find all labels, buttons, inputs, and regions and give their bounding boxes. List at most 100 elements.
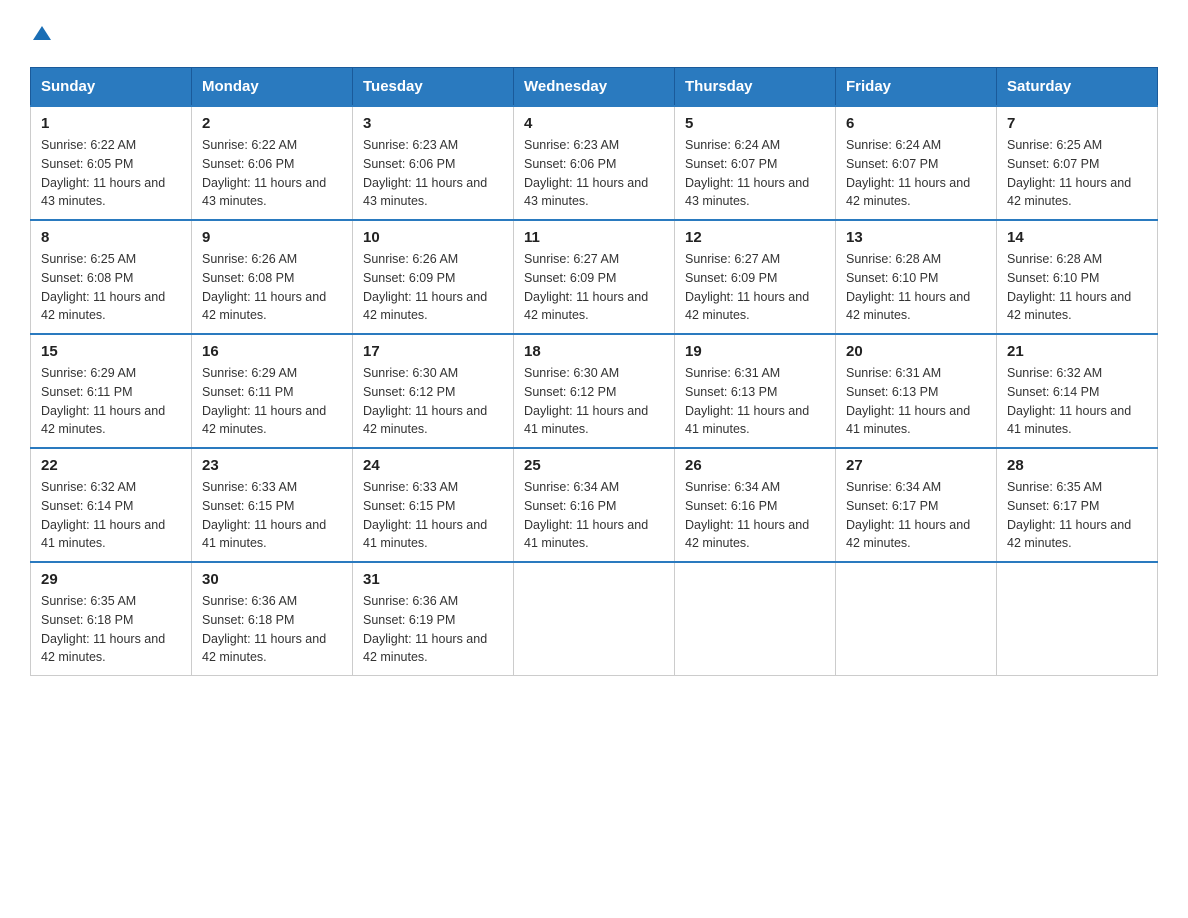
day-info: Sunrise: 6:33 AM Sunset: 6:15 PM Dayligh…: [363, 478, 503, 553]
calendar-cell: 22 Sunrise: 6:32 AM Sunset: 6:14 PM Dayl…: [31, 448, 192, 562]
day-number: 31: [363, 571, 503, 588]
calendar-week-row: 22 Sunrise: 6:32 AM Sunset: 6:14 PM Dayl…: [31, 448, 1158, 562]
calendar-body: 1 Sunrise: 6:22 AM Sunset: 6:05 PM Dayli…: [31, 106, 1158, 676]
day-info: Sunrise: 6:27 AM Sunset: 6:09 PM Dayligh…: [524, 250, 664, 325]
day-number: 13: [846, 229, 986, 246]
day-info: Sunrise: 6:35 AM Sunset: 6:17 PM Dayligh…: [1007, 478, 1147, 553]
day-number: 15: [41, 343, 181, 360]
day-info: Sunrise: 6:28 AM Sunset: 6:10 PM Dayligh…: [1007, 250, 1147, 325]
day-number: 25: [524, 457, 664, 474]
calendar-cell: 5 Sunrise: 6:24 AM Sunset: 6:07 PM Dayli…: [675, 106, 836, 220]
header-row: SundayMondayTuesdayWednesdayThursdayFrid…: [31, 68, 1158, 107]
calendar-cell: 24 Sunrise: 6:33 AM Sunset: 6:15 PM Dayl…: [353, 448, 514, 562]
day-info: Sunrise: 6:25 AM Sunset: 6:07 PM Dayligh…: [1007, 136, 1147, 211]
header-day-tuesday: Tuesday: [353, 68, 514, 107]
header-day-friday: Friday: [836, 68, 997, 107]
logo: [30, 20, 51, 47]
day-info: Sunrise: 6:36 AM Sunset: 6:19 PM Dayligh…: [363, 592, 503, 667]
day-info: Sunrise: 6:34 AM Sunset: 6:16 PM Dayligh…: [685, 478, 825, 553]
calendar-cell: 20 Sunrise: 6:31 AM Sunset: 6:13 PM Dayl…: [836, 334, 997, 448]
day-number: 17: [363, 343, 503, 360]
day-number: 11: [524, 229, 664, 246]
day-number: 10: [363, 229, 503, 246]
day-info: Sunrise: 6:34 AM Sunset: 6:17 PM Dayligh…: [846, 478, 986, 553]
calendar-week-row: 1 Sunrise: 6:22 AM Sunset: 6:05 PM Dayli…: [31, 106, 1158, 220]
day-number: 16: [202, 343, 342, 360]
calendar-cell: 6 Sunrise: 6:24 AM Sunset: 6:07 PM Dayli…: [836, 106, 997, 220]
day-info: Sunrise: 6:36 AM Sunset: 6:18 PM Dayligh…: [202, 592, 342, 667]
header-day-sunday: Sunday: [31, 68, 192, 107]
day-number: 26: [685, 457, 825, 474]
day-info: Sunrise: 6:23 AM Sunset: 6:06 PM Dayligh…: [363, 136, 503, 211]
calendar-cell: 1 Sunrise: 6:22 AM Sunset: 6:05 PM Dayli…: [31, 106, 192, 220]
day-number: 14: [1007, 229, 1147, 246]
day-number: 9: [202, 229, 342, 246]
day-number: 4: [524, 115, 664, 132]
day-info: Sunrise: 6:35 AM Sunset: 6:18 PM Dayligh…: [41, 592, 181, 667]
day-number: 7: [1007, 115, 1147, 132]
calendar-cell: 25 Sunrise: 6:34 AM Sunset: 6:16 PM Dayl…: [514, 448, 675, 562]
day-info: Sunrise: 6:23 AM Sunset: 6:06 PM Dayligh…: [524, 136, 664, 211]
calendar-cell: 30 Sunrise: 6:36 AM Sunset: 6:18 PM Dayl…: [192, 562, 353, 676]
day-number: 28: [1007, 457, 1147, 474]
calendar-cell: 3 Sunrise: 6:23 AM Sunset: 6:06 PM Dayli…: [353, 106, 514, 220]
day-number: 30: [202, 571, 342, 588]
calendar-cell: 27 Sunrise: 6:34 AM Sunset: 6:17 PM Dayl…: [836, 448, 997, 562]
calendar-cell: 16 Sunrise: 6:29 AM Sunset: 6:11 PM Dayl…: [192, 334, 353, 448]
calendar-cell: 13 Sunrise: 6:28 AM Sunset: 6:10 PM Dayl…: [836, 220, 997, 334]
day-number: 27: [846, 457, 986, 474]
header-day-monday: Monday: [192, 68, 353, 107]
day-number: 6: [846, 115, 986, 132]
day-info: Sunrise: 6:33 AM Sunset: 6:15 PM Dayligh…: [202, 478, 342, 553]
day-number: 8: [41, 229, 181, 246]
day-number: 2: [202, 115, 342, 132]
calendar-cell: [836, 562, 997, 676]
calendar-cell: 2 Sunrise: 6:22 AM Sunset: 6:06 PM Dayli…: [192, 106, 353, 220]
day-number: 12: [685, 229, 825, 246]
calendar-table: SundayMondayTuesdayWednesdayThursdayFrid…: [30, 67, 1158, 676]
calendar-cell: 12 Sunrise: 6:27 AM Sunset: 6:09 PM Dayl…: [675, 220, 836, 334]
calendar-cell: 9 Sunrise: 6:26 AM Sunset: 6:08 PM Dayli…: [192, 220, 353, 334]
day-info: Sunrise: 6:34 AM Sunset: 6:16 PM Dayligh…: [524, 478, 664, 553]
day-info: Sunrise: 6:30 AM Sunset: 6:12 PM Dayligh…: [363, 364, 503, 439]
day-info: Sunrise: 6:24 AM Sunset: 6:07 PM Dayligh…: [846, 136, 986, 211]
calendar-cell: 31 Sunrise: 6:36 AM Sunset: 6:19 PM Dayl…: [353, 562, 514, 676]
logo-triangle-icon: [33, 24, 51, 42]
day-info: Sunrise: 6:29 AM Sunset: 6:11 PM Dayligh…: [41, 364, 181, 439]
calendar-cell: 14 Sunrise: 6:28 AM Sunset: 6:10 PM Dayl…: [997, 220, 1158, 334]
day-number: 24: [363, 457, 503, 474]
header-day-wednesday: Wednesday: [514, 68, 675, 107]
day-info: Sunrise: 6:31 AM Sunset: 6:13 PM Dayligh…: [685, 364, 825, 439]
day-number: 21: [1007, 343, 1147, 360]
header-day-thursday: Thursday: [675, 68, 836, 107]
day-info: Sunrise: 6:26 AM Sunset: 6:08 PM Dayligh…: [202, 250, 342, 325]
calendar-week-row: 15 Sunrise: 6:29 AM Sunset: 6:11 PM Dayl…: [31, 334, 1158, 448]
calendar-cell: [675, 562, 836, 676]
calendar-cell: 15 Sunrise: 6:29 AM Sunset: 6:11 PM Dayl…: [31, 334, 192, 448]
day-info: Sunrise: 6:22 AM Sunset: 6:05 PM Dayligh…: [41, 136, 181, 211]
day-info: Sunrise: 6:26 AM Sunset: 6:09 PM Dayligh…: [363, 250, 503, 325]
calendar-cell: 18 Sunrise: 6:30 AM Sunset: 6:12 PM Dayl…: [514, 334, 675, 448]
day-number: 29: [41, 571, 181, 588]
calendar-week-row: 29 Sunrise: 6:35 AM Sunset: 6:18 PM Dayl…: [31, 562, 1158, 676]
calendar-cell: 23 Sunrise: 6:33 AM Sunset: 6:15 PM Dayl…: [192, 448, 353, 562]
day-info: Sunrise: 6:24 AM Sunset: 6:07 PM Dayligh…: [685, 136, 825, 211]
day-number: 5: [685, 115, 825, 132]
day-number: 22: [41, 457, 181, 474]
calendar-cell: [997, 562, 1158, 676]
calendar-header: SundayMondayTuesdayWednesdayThursdayFrid…: [31, 68, 1158, 107]
calendar-cell: 8 Sunrise: 6:25 AM Sunset: 6:08 PM Dayli…: [31, 220, 192, 334]
day-info: Sunrise: 6:27 AM Sunset: 6:09 PM Dayligh…: [685, 250, 825, 325]
calendar-cell: 21 Sunrise: 6:32 AM Sunset: 6:14 PM Dayl…: [997, 334, 1158, 448]
day-info: Sunrise: 6:32 AM Sunset: 6:14 PM Dayligh…: [1007, 364, 1147, 439]
calendar-cell: 26 Sunrise: 6:34 AM Sunset: 6:16 PM Dayl…: [675, 448, 836, 562]
day-info: Sunrise: 6:28 AM Sunset: 6:10 PM Dayligh…: [846, 250, 986, 325]
header-day-saturday: Saturday: [997, 68, 1158, 107]
calendar-cell: 19 Sunrise: 6:31 AM Sunset: 6:13 PM Dayl…: [675, 334, 836, 448]
day-number: 3: [363, 115, 503, 132]
day-number: 20: [846, 343, 986, 360]
day-info: Sunrise: 6:29 AM Sunset: 6:11 PM Dayligh…: [202, 364, 342, 439]
calendar-cell: 10 Sunrise: 6:26 AM Sunset: 6:09 PM Dayl…: [353, 220, 514, 334]
day-info: Sunrise: 6:32 AM Sunset: 6:14 PM Dayligh…: [41, 478, 181, 553]
calendar-cell: 7 Sunrise: 6:25 AM Sunset: 6:07 PM Dayli…: [997, 106, 1158, 220]
